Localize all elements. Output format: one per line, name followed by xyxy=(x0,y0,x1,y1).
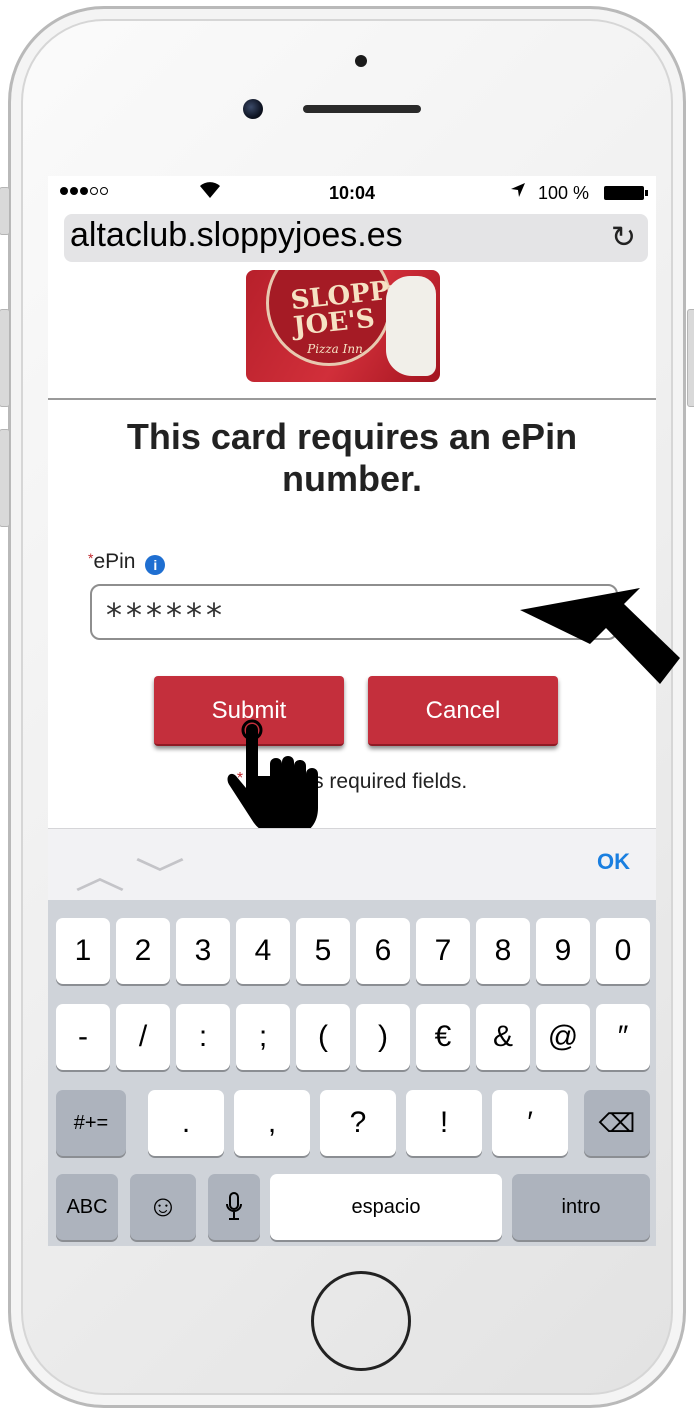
abc-key[interactable]: ABC xyxy=(56,1174,118,1240)
key[interactable]: 6 xyxy=(356,918,410,984)
epin-label-text: ePin xyxy=(93,550,136,573)
card-logo-text: SLOPPy JOE'S xyxy=(289,274,405,343)
info-icon[interactable]: i xyxy=(145,555,166,575)
symbols-mode-key[interactable]: #+= xyxy=(56,1090,126,1156)
volume-up-button xyxy=(0,309,10,407)
microphone-icon[interactable] xyxy=(208,1174,260,1240)
proximity-sensor xyxy=(355,55,367,67)
key[interactable]: 7 xyxy=(416,918,470,984)
key[interactable]: ′ xyxy=(492,1090,568,1156)
page-title: This card requires an ePin number. xyxy=(126,416,578,499)
key[interactable]: 5 xyxy=(296,918,350,984)
key[interactable]: 2 xyxy=(116,918,170,984)
reload-icon[interactable]: ↻ xyxy=(611,220,636,255)
home-button[interactable] xyxy=(311,1271,411,1371)
key[interactable]: 4 xyxy=(236,918,290,984)
key[interactable]: / xyxy=(116,1004,170,1070)
mute-switch xyxy=(0,187,10,235)
keyboard-toolbar: ︿ ﹀ OK xyxy=(48,828,656,901)
key[interactable]: ? xyxy=(320,1090,396,1156)
card-logo-line2: JOE'S xyxy=(292,303,377,343)
key[interactable]: ) xyxy=(356,1004,410,1070)
divider xyxy=(48,398,656,400)
battery-percentage: 100 % xyxy=(538,183,590,203)
key[interactable]: , xyxy=(234,1090,310,1156)
address-bar[interactable]: altaclub.sloppyjoes.es ↻ xyxy=(64,214,648,262)
loyalty-card-image: SLOPPy JOE'S Pizza Inn xyxy=(246,270,440,382)
required-note-text: s required fields. xyxy=(313,770,468,793)
key[interactable]: 1 xyxy=(56,918,110,984)
key[interactable]: 9 xyxy=(536,918,590,984)
previous-field-icon[interactable]: ︿ xyxy=(75,847,125,899)
emoji-icon[interactable]: ☺ xyxy=(130,1174,196,1240)
key[interactable]: - xyxy=(56,1004,110,1070)
key[interactable]: . xyxy=(148,1090,224,1156)
return-key[interactable]: intro xyxy=(512,1174,650,1240)
key[interactable]: ; xyxy=(236,1004,290,1070)
card-mascot-image xyxy=(386,276,436,376)
epin-label: *ePin i xyxy=(88,550,166,575)
power-button xyxy=(687,309,694,407)
key[interactable]: : xyxy=(176,1004,230,1070)
space-key[interactable]: espacio xyxy=(270,1174,502,1240)
ok-button[interactable]: OK xyxy=(597,849,630,875)
key[interactable]: ! xyxy=(406,1090,482,1156)
volume-down-button xyxy=(0,429,10,527)
backspace-icon[interactable]: ⌫ xyxy=(584,1090,650,1156)
key[interactable]: € xyxy=(416,1004,470,1070)
callout-arrow-icon xyxy=(520,588,680,684)
required-fields-note: * s required fields. xyxy=(48,770,656,794)
front-camera xyxy=(243,99,263,119)
pointing-hand-cursor-icon xyxy=(227,719,318,834)
key[interactable]: ″ xyxy=(596,1004,650,1070)
battery-icon xyxy=(604,186,648,200)
key[interactable]: 0 xyxy=(596,918,650,984)
key[interactable]: & xyxy=(476,1004,530,1070)
card-logo-sub: Pizza Inn xyxy=(307,342,363,356)
phone-screen: 10:04 100 % altaclub.sloppyjoes.es ↻ SLO… xyxy=(48,176,656,1246)
key[interactable]: ( xyxy=(296,1004,350,1070)
location-arrow-icon xyxy=(510,182,526,203)
next-field-icon[interactable]: ﹀ xyxy=(135,847,185,899)
status-bar: 10:04 100 % xyxy=(48,176,656,208)
earpiece-speaker xyxy=(303,105,421,113)
keyboard: 1 2 3 4 5 6 7 8 9 0 - / : ; ( ) € & @ ″ … xyxy=(48,900,656,1246)
key[interactable]: 3 xyxy=(176,918,230,984)
key[interactable]: @ xyxy=(536,1004,590,1070)
url-text[interactable]: altaclub.sloppyjoes.es xyxy=(70,216,403,255)
key[interactable]: 8 xyxy=(476,918,530,984)
